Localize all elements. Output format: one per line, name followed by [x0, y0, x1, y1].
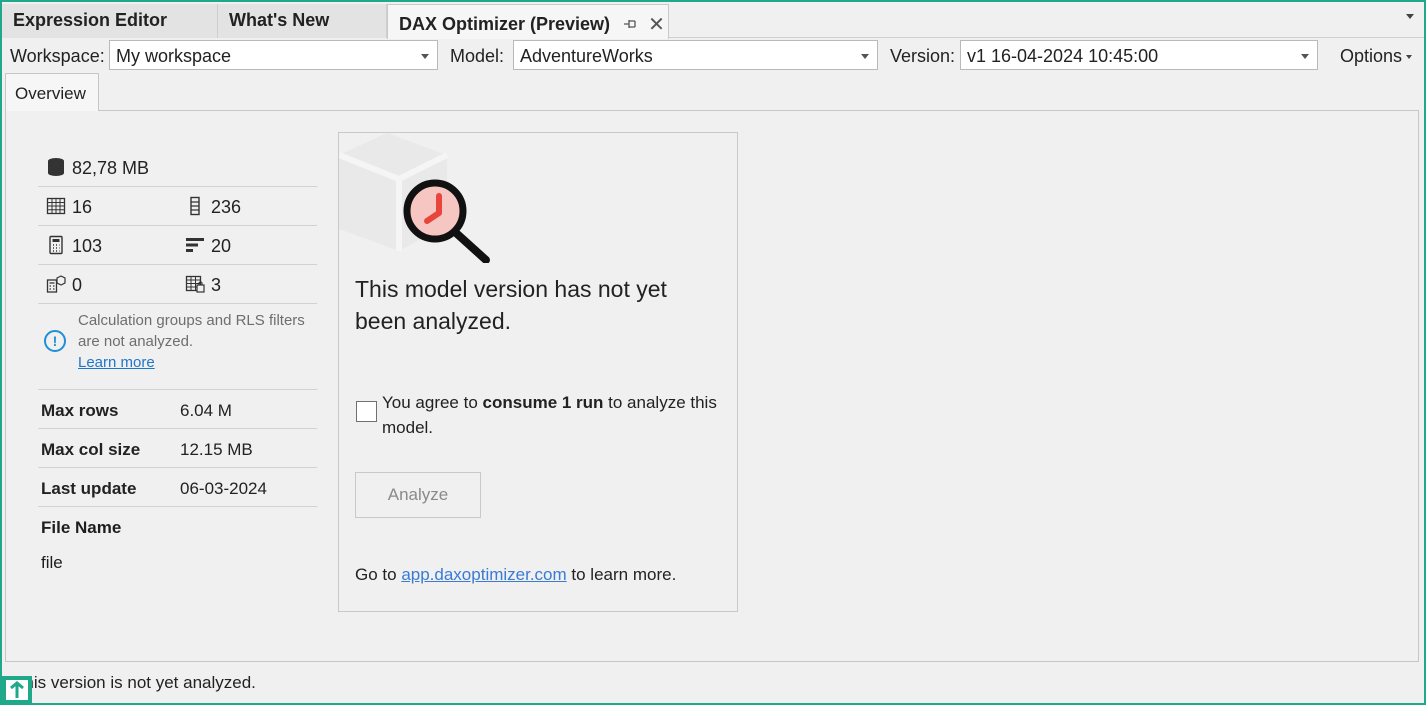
max-col-size-row: Max col size 12.15 MB [38, 429, 317, 468]
app-badge-icon [2, 676, 32, 704]
last-update-row: Last update 06-03-2024 [38, 468, 317, 507]
calc-group-count: 0 [46, 274, 82, 296]
column-count-value: 236 [211, 197, 242, 217]
goto-prefix: Go to [355, 565, 402, 584]
workspace-value: My workspace [116, 46, 232, 66]
column-count: 236 [185, 196, 241, 218]
column-icon [190, 196, 200, 216]
tab-dax-optimizer[interactable]: DAX Optimizer (Preview) ✕ [387, 4, 669, 39]
table-count-value: 16 [72, 197, 93, 217]
tab-label: Expression Editor [13, 10, 168, 30]
model-size-value: 82,78 MB [72, 158, 150, 178]
max-col-size-label: Max col size [41, 440, 141, 459]
goto-suffix: to learn more. [566, 565, 677, 584]
table-icon [46, 197, 66, 215]
tab-overview[interactable]: Overview [5, 73, 99, 111]
info-message: Calculation groups and RLS filters are n… [78, 312, 305, 350]
chevron-down-icon [1301, 54, 1309, 59]
chevron-down-icon [861, 54, 869, 59]
model-select[interactable]: AdventureWorks [513, 40, 878, 70]
measure-count-value: 103 [72, 236, 103, 256]
version-value: v1 16-04-2024 10:45:00 [967, 46, 1159, 66]
goto-text: Go to app.daxoptimizer.com to learn more… [355, 565, 676, 585]
stat-row-tables-columns: 16 236 [38, 187, 317, 226]
calc-group-icon [46, 275, 66, 293]
measure-count: 103 [46, 235, 102, 257]
stat-row-measures-relationships: 103 20 [38, 226, 317, 265]
tab-label: Overview [15, 84, 86, 103]
database-icon [48, 158, 64, 176]
last-update-value: 06-03-2024 [180, 479, 267, 498]
version-label: Version: [890, 46, 956, 66]
not-analyzed-message: This model version has not yet been anal… [355, 276, 667, 334]
magnifier-illustration [339, 133, 490, 263]
calc-group-count-value: 0 [72, 275, 83, 295]
max-rows-row: Max rows 6.04 M [38, 390, 317, 429]
info-text: Calculation groups and RLS filters are n… [78, 310, 318, 373]
tab-label: DAX Optimizer (Preview) [399, 14, 611, 34]
daxoptimizer-link[interactable]: app.daxoptimizer.com [401, 565, 566, 584]
options-button[interactable]: Options [1340, 46, 1412, 67]
max-col-size-value: 12.15 MB [180, 440, 253, 459]
stat-row-calcgroups-rls: 0 3 [38, 265, 317, 304]
last-update-label: Last update [41, 479, 137, 498]
agree-checkbox[interactable] [356, 401, 377, 422]
model-label: Model: [450, 46, 505, 66]
chevron-down-icon [1406, 55, 1412, 59]
max-rows-value: 6.04 M [180, 401, 232, 420]
relationship-count-value: 20 [211, 236, 232, 256]
options-label: Options [1339, 46, 1402, 66]
info-icon: ! [44, 330, 66, 352]
status-text: This version is not yet analyzed. [14, 673, 256, 692]
relationship-count: 20 [185, 235, 231, 257]
toolbar: Workspace: My workspace Model: Adventure… [2, 38, 1424, 72]
workspace-label: Workspace: [10, 46, 105, 66]
info-note: ! Calculation groups and RLS filters are… [38, 304, 317, 390]
tab-expression-editor[interactable]: Expression Editor [2, 4, 218, 38]
file-name-label: File Name [41, 518, 122, 537]
learn-more-link[interactable]: Learn more [78, 354, 155, 371]
tab-label: What's New [229, 10, 330, 30]
agree-text: You agree to consume 1 run to analyze th… [382, 390, 722, 440]
agree-prefix: You agree to [382, 393, 483, 412]
analyze-button[interactable]: Analyze [355, 472, 481, 518]
file-name-row: File Name file [38, 507, 317, 587]
document-tab-strip: Expression Editor What's New DAX Optimiz… [2, 2, 1424, 39]
model-size: 82,78 MB [46, 157, 149, 179]
chevron-down-icon[interactable] [1406, 14, 1414, 19]
file-name-value: file [41, 553, 63, 572]
rls-table-icon [185, 275, 205, 293]
version-select[interactable]: v1 16-04-2024 10:45:00 [960, 40, 1318, 70]
max-rows-label: Max rows [41, 401, 119, 420]
tab-whats-new[interactable]: What's New [218, 4, 387, 38]
model-stats: 82,78 MB 16 236 103 20 0 3 ! Calculation… [38, 148, 317, 587]
bars-icon [186, 238, 204, 252]
close-icon[interactable]: ✕ [648, 12, 665, 37]
agree-bold: consume 1 run [482, 393, 604, 412]
chevron-down-icon [421, 54, 429, 59]
stat-row-size: 82,78 MB [38, 148, 317, 187]
calculator-icon [49, 235, 63, 255]
rls-count-value: 3 [211, 275, 222, 295]
status-bar: This version is not yet analyzed. [2, 664, 1424, 700]
workspace-select[interactable]: My workspace [109, 40, 438, 70]
rls-count: 3 [185, 274, 221, 296]
analyze-card: This model version has not yet been anal… [338, 132, 738, 612]
table-count: 16 [46, 196, 92, 218]
pin-icon[interactable] [623, 17, 637, 35]
model-value: AdventureWorks [520, 46, 653, 66]
